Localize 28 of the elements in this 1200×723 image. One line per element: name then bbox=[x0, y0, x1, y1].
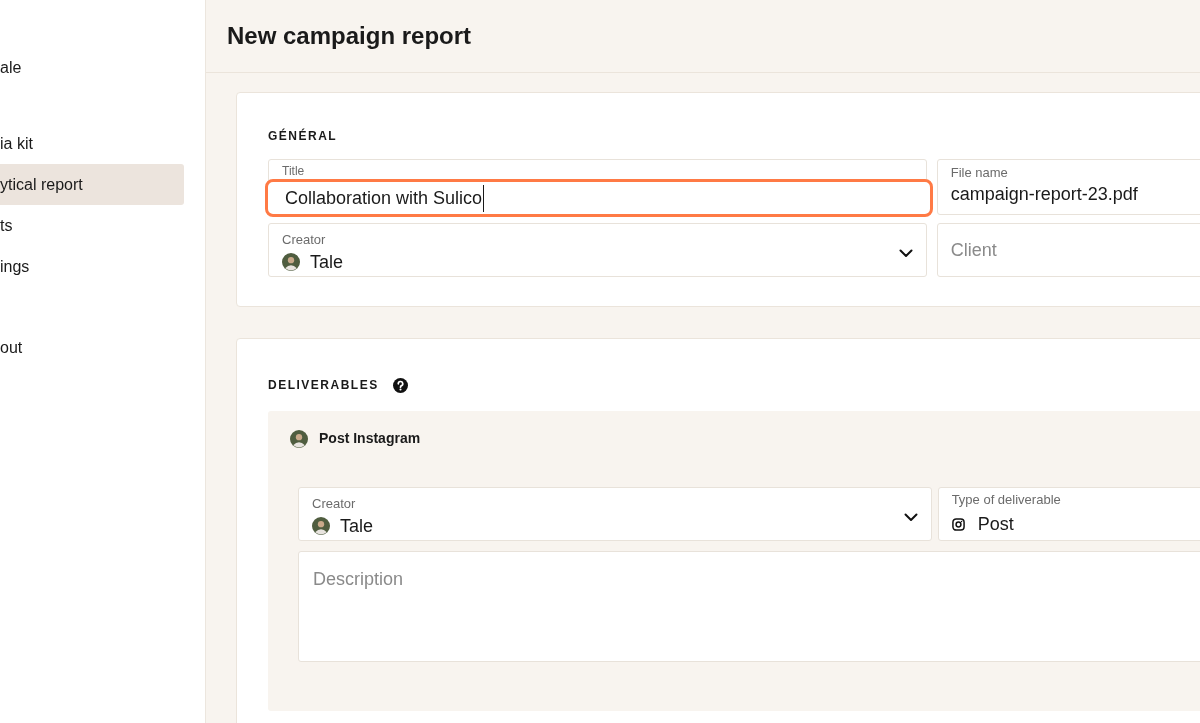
field-value: Post bbox=[977, 513, 1014, 536]
field-label: Type of deliverable bbox=[951, 492, 1061, 508]
sidebar-item[interactable]: ytical report bbox=[0, 164, 184, 205]
creator-select[interactable]: Creator Tale bbox=[268, 223, 927, 277]
avatar-icon bbox=[312, 517, 330, 535]
help-icon[interactable] bbox=[392, 377, 408, 393]
camera-icon bbox=[951, 517, 965, 531]
field-label: File name bbox=[950, 165, 1008, 181]
field-label: Title bbox=[282, 164, 305, 178]
file-name-field[interactable]: File name campaign-report-23.pdf bbox=[936, 159, 1200, 215]
chevron-down-icon bbox=[898, 248, 913, 258]
creator-select[interactable]: Creator Tale bbox=[298, 487, 932, 541]
field-value: Tale bbox=[310, 251, 344, 274]
chevron-down-icon bbox=[903, 512, 918, 522]
field-value: Tale bbox=[340, 515, 374, 538]
field-value: campaign-report-23.pdf bbox=[950, 183, 1138, 206]
page-title: New campaign report bbox=[227, 21, 472, 51]
section-heading: GÉNÉRAL bbox=[268, 127, 338, 145]
field-value: Collaboration with Sulico bbox=[285, 184, 485, 212]
description-field[interactable]: Description bbox=[298, 551, 1200, 662]
avatar-icon bbox=[290, 429, 308, 448]
deliverable-type-field[interactable]: Type of deliverable Post bbox=[937, 487, 1200, 541]
deliverable-title: Post Instagram bbox=[319, 429, 421, 448]
field-label: Creator bbox=[282, 232, 326, 248]
avatar-icon bbox=[282, 253, 300, 271]
client-field[interactable]: Client bbox=[936, 223, 1200, 277]
field-label: Creator bbox=[312, 496, 356, 512]
section-heading: DELIVERABLES bbox=[268, 377, 379, 394]
